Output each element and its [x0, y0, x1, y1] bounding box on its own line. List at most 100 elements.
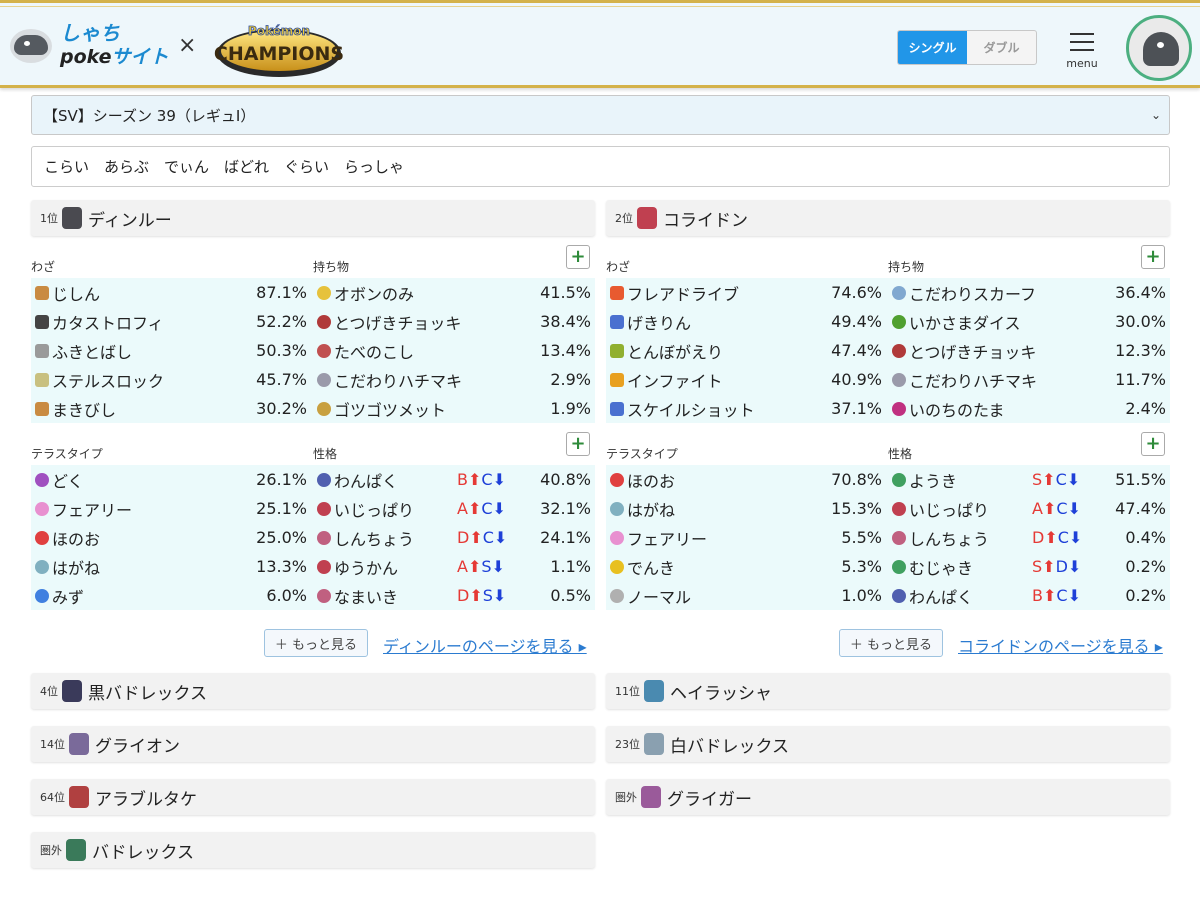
moves-row[interactable]: まきびし 30.2%	[31, 394, 311, 423]
moves-row[interactable]: フレアドライブ 74.6%	[606, 278, 886, 307]
tera-row[interactable]: はがね 13.3%	[31, 552, 311, 581]
natures-row[interactable]: ようき S⬆C⬇ 51.5%	[888, 465, 1170, 494]
items-row[interactable]: こだわりハチマキ 2.9%	[313, 365, 595, 394]
tera-row[interactable]: ほのお 70.8%	[606, 465, 886, 494]
tera-row[interactable]: ほのお 25.0%	[31, 523, 311, 552]
items-type-icon	[317, 343, 331, 358]
tera-row[interactable]: フェアリー 25.1%	[31, 494, 311, 523]
moves-row[interactable]: じしん 87.1%	[31, 278, 311, 307]
moves-row[interactable]: ステルスロック 45.7%	[31, 365, 311, 394]
natures-row[interactable]: いじっぱり A⬆C⬇ 32.1%	[313, 494, 595, 523]
items-row[interactable]: とつげきチョッキ 12.3%	[888, 336, 1170, 365]
tera-percent: 13.3%	[256, 557, 307, 576]
moves-type-icon	[35, 372, 49, 387]
moves-name: まきびし	[52, 400, 117, 420]
rank-card[interactable]: 23位 白バドレックス	[606, 726, 1170, 762]
rank-card[interactable]: 64位 アラブルタケ	[31, 779, 595, 815]
stat-down-label: S	[481, 557, 492, 576]
stat-up-label: A	[457, 557, 468, 576]
natures-row[interactable]: なまいき D⬆S⬇ 0.5%	[313, 581, 595, 610]
items-row[interactable]: ゴツゴツメット 1.9%	[313, 394, 595, 423]
natures-row[interactable]: しんちょう D⬆C⬇ 0.4%	[888, 523, 1170, 552]
items-row[interactable]: オボンのみ 41.5%	[313, 278, 595, 307]
show-more-button[interactable]: ＋ もっと見る	[264, 629, 368, 657]
moves-name: フレアドライブ	[627, 284, 740, 304]
tera-row[interactable]: はがね 15.3%	[606, 494, 886, 523]
team-search-input[interactable]: こらい あらぶ でぃん ばどれ ぐらい らっしゃ	[31, 146, 1170, 187]
natures-row[interactable]: わんぱく B⬆C⬇ 0.2%	[888, 581, 1170, 610]
svg-text:CHAMPIONS: CHAMPIONS	[214, 43, 344, 65]
rank-card[interactable]: 1位 ディンルー	[31, 200, 595, 236]
items-type-icon	[317, 285, 331, 300]
tera-name: でんき	[627, 558, 676, 578]
tera-name: はがね	[52, 558, 101, 578]
pokemon-page-link[interactable]: ディンルーのページを見る ▸	[383, 633, 587, 657]
rank-card[interactable]: 14位 グライオン	[31, 726, 595, 762]
single-mode-button[interactable]: シングル	[898, 31, 967, 64]
moves-percent: 37.1%	[831, 399, 882, 418]
rank-card[interactable]: 圏外 バドレックス	[31, 832, 595, 868]
tera-percent: 25.0%	[256, 528, 307, 547]
rank-card[interactable]: 2位 コライドン	[606, 200, 1170, 236]
arrow-up-icon: ⬆	[469, 586, 483, 605]
items-percent: 12.3%	[1115, 341, 1166, 360]
rank-card[interactable]: 圏外 グライガー	[606, 779, 1170, 815]
moves-row[interactable]: インファイト 40.9%	[606, 365, 886, 394]
pokemon-page-link[interactable]: コライドンのページを見る ▸	[958, 633, 1163, 657]
tera-row[interactable]: どく 26.1%	[31, 465, 311, 494]
rank-card[interactable]: 4位 黒バドレックス	[31, 673, 595, 709]
natures-row[interactable]: ゆうかん A⬆S⬇ 1.1%	[313, 552, 595, 581]
moves-name: ステルスロック	[52, 371, 165, 391]
natures-row[interactable]: むじゃき S⬆D⬇ 0.2%	[888, 552, 1170, 581]
tera-row[interactable]: ノーマル 1.0%	[606, 581, 886, 610]
items-row[interactable]: こだわりスカーフ 36.4%	[888, 278, 1170, 307]
season-select[interactable]: 【SV】シーズン 39（レギュI） ⌄	[31, 95, 1170, 135]
orca-logo-icon[interactable]	[10, 29, 52, 63]
expand-plus-button[interactable]: +	[566, 245, 590, 269]
expand-plus-button[interactable]: +	[566, 432, 590, 456]
moves-row[interactable]: カタストロフィ 52.2%	[31, 307, 311, 336]
moves-row[interactable]: ふきとばし 50.3%	[31, 336, 311, 365]
battle-mode-toggle: シングル ダブル	[897, 30, 1037, 65]
items-row[interactable]: たべのこし 13.4%	[313, 336, 595, 365]
natures-type-icon	[317, 559, 331, 574]
pokemon-name: アラブルタケ	[95, 789, 197, 810]
tera-name: フェアリー	[627, 529, 708, 549]
items-type-icon	[892, 401, 906, 416]
menu-button[interactable]: menu	[1062, 30, 1102, 72]
stat-up-label: S	[1032, 470, 1043, 489]
show-more-button[interactable]: ＋ もっと見る	[839, 629, 943, 657]
moves-row[interactable]: スケイルショット 37.1%	[606, 394, 886, 423]
double-mode-button[interactable]: ダブル	[967, 31, 1036, 64]
arrow-up-icon: ⬆	[469, 528, 483, 547]
tera-percent: 5.3%	[841, 557, 882, 576]
natures-row[interactable]: いじっぱり A⬆C⬇ 47.4%	[888, 494, 1170, 523]
rank-label: 圏外	[615, 791, 637, 804]
tera-row[interactable]: でんき 5.3%	[606, 552, 886, 581]
natures-percent: 32.1%	[540, 499, 591, 518]
times-sign: ×	[178, 33, 197, 58]
rank-card[interactable]: 11位 ヘイラッシャ	[606, 673, 1170, 709]
site-logo[interactable]: しゃち pokeサイト	[60, 21, 169, 69]
tera-row[interactable]: みず 6.0%	[31, 581, 311, 610]
stat-down-label: C	[481, 499, 493, 518]
items-name: いかさまダイス	[909, 313, 1021, 333]
items-row[interactable]: いのちのたま 2.4%	[888, 394, 1170, 423]
expand-plus-button[interactable]: +	[1141, 432, 1165, 456]
stat-up-label: A	[1032, 499, 1043, 518]
items-row[interactable]: こだわりハチマキ 11.7%	[888, 365, 1170, 394]
items-percent: 11.7%	[1115, 370, 1166, 389]
moves-row[interactable]: げきりん 49.4%	[606, 307, 886, 336]
avatar[interactable]	[1126, 15, 1192, 81]
natures-row[interactable]: しんちょう D⬆C⬇ 24.1%	[313, 523, 595, 552]
nature-modifier: A⬆C⬇	[457, 499, 529, 518]
natures-row[interactable]: わんぱく B⬆C⬇ 40.8%	[313, 465, 595, 494]
moves-type-icon	[35, 343, 49, 358]
items-row[interactable]: いかさまダイス 30.0%	[888, 307, 1170, 336]
tera-name: みず	[52, 587, 85, 607]
items-row[interactable]: とつげきチョッキ 38.4%	[313, 307, 595, 336]
tera-type-icon	[610, 559, 624, 574]
tera-row[interactable]: フェアリー 5.5%	[606, 523, 886, 552]
expand-plus-button[interactable]: +	[1141, 245, 1165, 269]
moves-row[interactable]: とんぼがえり 47.4%	[606, 336, 886, 365]
